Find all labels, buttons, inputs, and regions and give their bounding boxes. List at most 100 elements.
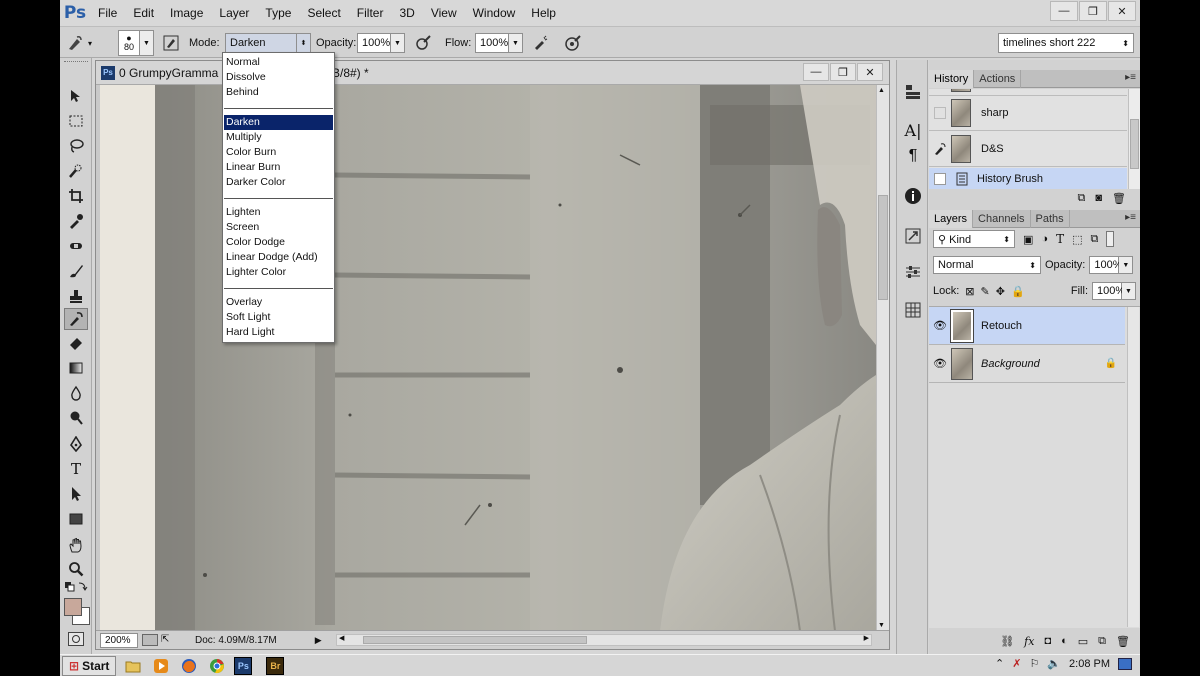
opacity-input[interactable]: 100% ▼	[357, 32, 405, 54]
link-layers-icon[interactable]: ⛓	[1000, 635, 1014, 648]
action-center-flag-icon[interactable]: ⚐	[1029, 657, 1039, 670]
filter-shape-icon[interactable]: ⬚	[1072, 233, 1082, 246]
image-canvas[interactable]	[100, 85, 876, 631]
blend-option-darken[interactable]: Darken	[224, 115, 333, 130]
trash-icon[interactable]: 🗑	[1116, 635, 1130, 648]
document-title-bar[interactable]: Ps 0 GrumpyGramma 1.jp B/8#) * — ❐ ✕	[96, 61, 889, 85]
filter-smart-object-icon[interactable]: ⧉	[1090, 233, 1098, 246]
horizontal-scrollbar[interactable]: ◀ ▶	[336, 634, 872, 646]
new-layer-icon[interactable]: ⧉	[1098, 635, 1106, 648]
flow-input[interactable]: 100% ▼	[475, 32, 523, 54]
quick-mask-button[interactable]	[68, 632, 84, 646]
menu-help[interactable]: Help	[523, 0, 564, 26]
blend-option-hard-light[interactable]: Hard Light	[224, 325, 333, 340]
layer-blend-mode-select[interactable]: Normal ⬍	[933, 256, 1041, 274]
marquee-tool[interactable]	[64, 110, 88, 132]
hand-tool[interactable]	[64, 534, 88, 556]
doc-restore-button[interactable]: ❐	[830, 63, 856, 81]
crop-tool[interactable]	[64, 185, 88, 207]
start-button[interactable]: ⊞ Start	[62, 655, 117, 676]
healing-brush-tool[interactable]	[64, 235, 88, 257]
photoshop-taskbar-icon[interactable]: Ps	[234, 656, 253, 675]
lasso-tool[interactable]	[64, 135, 88, 157]
quick-selection-tool[interactable]	[64, 160, 88, 182]
blend-option-soft-light[interactable]: Soft Light	[224, 310, 333, 325]
horizontal-scroll-thumb[interactable]	[363, 636, 587, 644]
clock-time[interactable]: 2:08 PM	[1069, 658, 1110, 670]
menu-layer[interactable]: Layer	[211, 0, 257, 26]
filter-pixel-icon[interactable]: ▣	[1023, 233, 1033, 246]
history-item-sharp[interactable]: sharp	[929, 96, 1127, 131]
media-player-icon[interactable]	[150, 657, 172, 675]
history-brush-tool[interactable]	[64, 308, 88, 330]
path-selection-tool[interactable]	[64, 483, 88, 505]
history-source-checkbox[interactable]	[934, 172, 946, 185]
scroll-right-icon[interactable]: ▶	[864, 634, 869, 642]
tab-actions[interactable]: Actions	[974, 70, 1022, 88]
blend-option-linear-burn[interactable]: Linear Burn	[224, 160, 333, 175]
pressure-size-toggle[interactable]	[562, 32, 584, 54]
lock-all-icon[interactable]: 🔒	[1011, 285, 1025, 298]
eye-icon[interactable]: 👁	[929, 357, 951, 370]
history-brush-source-icon[interactable]	[929, 143, 951, 155]
brush-tool[interactable]	[64, 260, 88, 282]
blend-option-multiply[interactable]: Multiply	[224, 130, 333, 145]
layer-fill-input[interactable]: 100%	[1092, 282, 1125, 300]
snapshot-camera-icon[interactable]: ◙	[1095, 192, 1102, 204]
show-hidden-icons-icon[interactable]: ⌃	[995, 657, 1004, 670]
filter-type-icon[interactable]: T	[1056, 232, 1064, 246]
foreground-color-swatch[interactable]	[64, 598, 82, 616]
tab-history[interactable]: History	[929, 70, 975, 88]
eraser-tool[interactable]	[64, 332, 88, 354]
zoom-level-input[interactable]: 200%	[100, 632, 138, 648]
filter-adjustment-icon[interactable]: ◑	[1041, 233, 1048, 245]
chevron-down-icon[interactable]: ▼	[1122, 282, 1136, 300]
blend-option-darker-color[interactable]: Darker Color	[224, 175, 333, 190]
eyedropper-tool[interactable]	[64, 210, 88, 232]
chrome-icon[interactable]	[206, 657, 228, 675]
history-item-history-brush[interactable]: History Brush	[929, 168, 1127, 189]
layer-opacity-input[interactable]: 100%	[1089, 256, 1123, 274]
minimize-button[interactable]: —	[1050, 1, 1078, 21]
clone-stamp-tool[interactable]	[64, 285, 88, 307]
adjustments-panel-toggle[interactable]	[903, 262, 923, 282]
fx-icon[interactable]: fx	[1024, 635, 1034, 648]
layer-row-background[interactable]: 👁 Background 🔒	[929, 345, 1125, 383]
show-desktop-icon[interactable]	[1118, 657, 1132, 670]
tab-layers[interactable]: Layers	[929, 210, 974, 228]
lock-transparent-icon[interactable]: ⊠	[965, 285, 974, 298]
dodge-tool[interactable]	[64, 407, 88, 429]
bridge-taskbar-icon[interactable]: Br	[266, 656, 285, 675]
filter-toggle-switch[interactable]	[1106, 231, 1115, 247]
scroll-up-icon[interactable]: ▲	[878, 87, 885, 94]
airbrush-toggle[interactable]	[530, 32, 552, 54]
lock-pixels-brush-icon[interactable]: ✎	[981, 285, 990, 298]
scroll-left-icon[interactable]: ◀	[339, 634, 344, 642]
default-colors-button[interactable]	[64, 580, 88, 594]
status-menu-arrow-icon[interactable]: ▶	[315, 635, 322, 646]
character-panel-toggle[interactable]: A|	[903, 120, 923, 140]
panel-menu-icon[interactable]: ▸≡	[1125, 72, 1136, 83]
blend-option-dissolve[interactable]: Dissolve	[224, 70, 333, 85]
chevron-down-icon[interactable]: ▼	[1119, 256, 1134, 274]
blend-option-linear-dodge[interactable]: Linear Dodge (Add)	[224, 250, 333, 265]
tool-preset-picker[interactable]: ▾	[64, 32, 92, 54]
zoom-tool[interactable]	[64, 558, 88, 580]
info-panel-toggle[interactable]	[903, 186, 923, 206]
menu-file[interactable]: File	[90, 0, 125, 26]
history-item-ds[interactable]: D&S	[929, 132, 1127, 167]
swatches-panel-toggle[interactable]	[903, 300, 923, 320]
history-source-checkbox[interactable]	[934, 107, 946, 119]
firefox-icon[interactable]	[178, 657, 200, 675]
blend-option-color-burn[interactable]: Color Burn	[224, 145, 333, 160]
new-group-folder-icon[interactable]: ▭	[1078, 635, 1088, 648]
blend-option-lighter-color[interactable]: Lighter Color	[224, 265, 333, 280]
vertical-scroll-thumb[interactable]	[878, 195, 888, 300]
vertical-scrollbar[interactable]: ▲ ▼	[876, 85, 889, 631]
paragraph-panel-toggle[interactable]: ¶	[903, 146, 923, 166]
menu-3d[interactable]: 3D	[391, 0, 422, 26]
blend-option-color-dodge[interactable]: Color Dodge	[224, 235, 333, 250]
pressure-opacity-toggle[interactable]	[412, 32, 434, 54]
blend-option-overlay[interactable]: Overlay	[224, 295, 333, 310]
layers-scrollbar[interactable]	[1127, 307, 1139, 627]
